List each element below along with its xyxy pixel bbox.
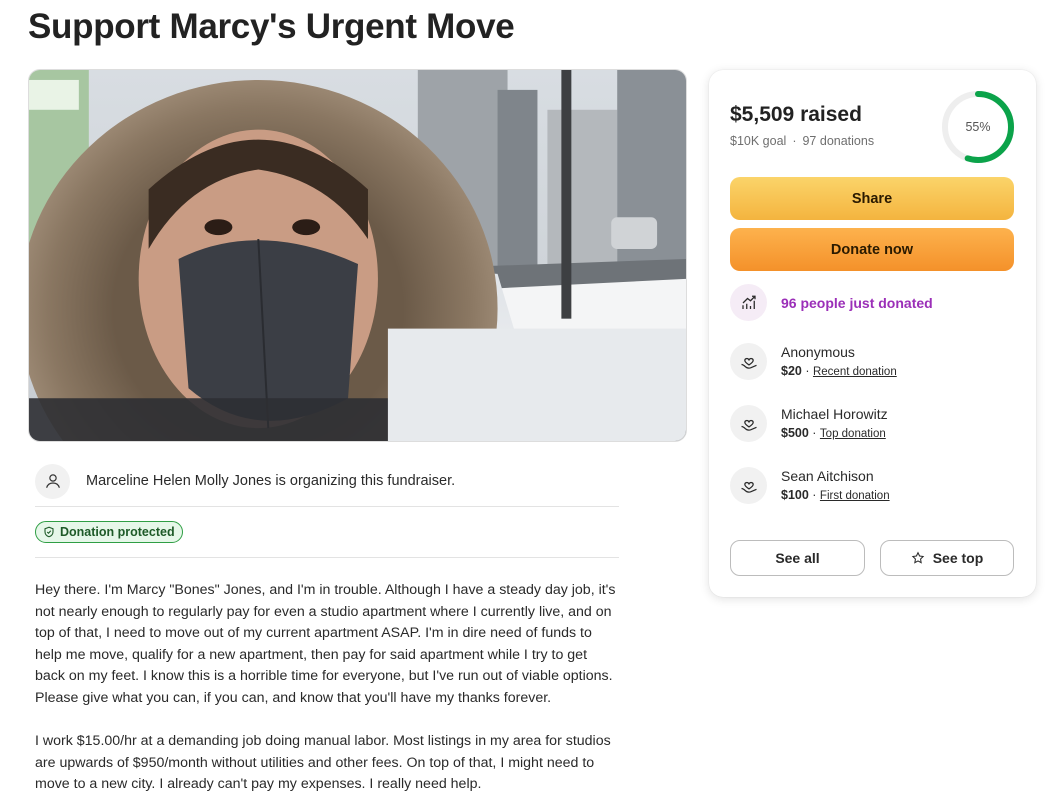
share-button[interactable]: Share <box>730 177 1014 220</box>
donor-amount: $20 <box>781 364 802 378</box>
amount-raised: $5,509 raised <box>730 103 862 126</box>
donor-tag-link[interactable]: Recent donation <box>813 366 897 378</box>
recent-donations-trend[interactable]: 96 people just donated <box>730 284 933 321</box>
donor-amount: $500 <box>781 426 809 440</box>
story-text: Hey there. I'm Marcy "Bones" Jones, and … <box>35 580 619 812</box>
star-icon <box>911 551 925 565</box>
divider <box>35 557 619 558</box>
campaign-photo-illustration <box>29 70 686 441</box>
donor-sep: · <box>801 364 813 378</box>
donor-name: Sean Aitchison <box>781 468 874 484</box>
heart-hand-icon <box>730 467 767 504</box>
donor-tag-link[interactable]: Top donation <box>820 428 886 440</box>
trend-text: 96 people just donated <box>781 294 933 311</box>
donor-item: Sean Aitchison $100 · First donation <box>730 466 890 505</box>
story-paragraph: Hey there. I'm Marcy "Bones" Jones, and … <box>35 582 616 706</box>
shield-check-icon <box>43 526 55 538</box>
organizer-row: Marceline Helen Molly Jones is organizin… <box>35 456 619 506</box>
heart-hand-icon <box>730 343 767 380</box>
donation-count: 97 donations <box>802 134 875 148</box>
donor-amount: $100 <box>781 488 809 502</box>
donate-now-button[interactable]: Donate now <box>730 228 1014 271</box>
donor-sep: · <box>808 488 820 502</box>
see-top-label: See top <box>932 550 984 566</box>
organizer-text: Marceline Helen Molly Jones is organizin… <box>86 473 456 489</box>
donation-protected-badge[interactable]: Donation protected <box>35 521 183 543</box>
see-top-button[interactable]: See top <box>880 540 1014 576</box>
donor-name: Michael Horowitz <box>781 406 888 422</box>
progress-percent: 55% <box>965 120 991 134</box>
heart-hand-icon <box>730 405 767 442</box>
person-icon <box>35 463 70 499</box>
donation-card: $5,509 raised $10K goal · 97 donations 5… <box>709 70 1036 597</box>
donor-tag-link[interactable]: First donation <box>820 490 890 502</box>
story-paragraph: I work $15.00/hr at a demanding job doin… <box>35 733 611 793</box>
donor-item: Michael Horowitz $500 · Top donation <box>730 404 888 443</box>
meta-separator: · <box>792 134 797 148</box>
trending-up-icon <box>730 284 767 321</box>
donor-item: Anonymous $20 · Recent donation <box>730 342 897 381</box>
donor-sep: · <box>808 426 820 440</box>
divider <box>35 506 619 507</box>
campaign-photo <box>28 69 687 442</box>
badge-label: Donation protected <box>60 525 175 539</box>
donor-name: Anonymous <box>781 344 855 360</box>
see-all-button[interactable]: See all <box>730 540 865 576</box>
page-title: Support Marcy's Urgent Move <box>28 7 515 46</box>
goal-amount: $10K goal <box>730 134 787 148</box>
goal-meta: $10K goal · 97 donations <box>730 134 874 148</box>
